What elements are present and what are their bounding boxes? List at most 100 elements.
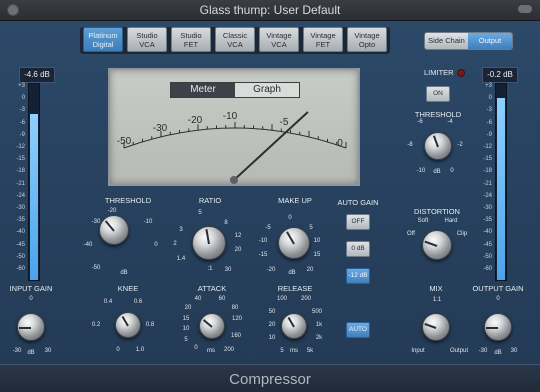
meter-scale-label: -9 [19, 131, 25, 138]
limiter-threshold-knob[interactable] [424, 132, 452, 160]
distortion-tick-label: Clip [456, 231, 468, 237]
threshold-label: THRESHOLD [104, 196, 152, 205]
meter-scale-label: -40 [16, 229, 25, 236]
limiter-on-button[interactable]: ON [426, 86, 450, 102]
meter-scale-label: -40 [483, 229, 492, 236]
meter-scale-label: -35 [16, 217, 25, 224]
knee-tick-label: 0.2 [91, 322, 101, 328]
auto-release-button[interactable]: AUTO [346, 322, 370, 338]
knob-pointer [432, 135, 439, 148]
makeup-tick-label: -10 [258, 238, 268, 244]
release-unit: ms [290, 348, 298, 354]
distortion-tick-label: Hard [444, 218, 458, 224]
vu-label: -5 [280, 117, 289, 128]
input-gain-unit: dB [27, 350, 35, 356]
auto-gain-off-button[interactable]: OFF [346, 214, 370, 230]
meter-scale-label: -15 [16, 156, 25, 163]
release-tick-label: 5k [306, 348, 314, 354]
makeup-tick-label: 15 [313, 252, 321, 258]
threshold-tick-label: -10 [143, 219, 153, 225]
knob-pointer [286, 231, 295, 245]
model-button-classic-vca[interactable]: Classic VCA [215, 27, 255, 52]
limiter-threshold-tick-label: -8 [407, 142, 413, 148]
window-control-icon[interactable] [518, 5, 532, 13]
model-button-studio-vca[interactable]: Studio VCA [127, 27, 167, 52]
meter-scale-label: +3 [485, 83, 492, 89]
attack-label: ATTACK [197, 284, 227, 293]
threshold-tick-label: -20 [107, 208, 117, 214]
side-chain-button[interactable]: Side Chain [425, 33, 468, 49]
ratio-tick-label: 3 [179, 227, 183, 233]
threshold-tick-label: -50 [91, 265, 101, 271]
model-button-studio-fet[interactable]: Studio FET [171, 27, 211, 52]
knob-pointer [424, 240, 438, 247]
model-button-vintage-opto[interactable]: Vintage Opto [347, 27, 387, 52]
mix-knob[interactable] [422, 313, 450, 341]
attack-tick-label: 5 [184, 337, 188, 343]
auto-gain-0db-button[interactable]: 0 dB [346, 241, 370, 257]
needle-pivot [230, 176, 238, 184]
release-tick-label: 50 [268, 309, 276, 315]
meter-scale-label: -60 [16, 266, 25, 272]
knee-knob[interactable] [115, 312, 141, 338]
input-gain-tick-label: 0 [29, 296, 33, 302]
makeup-tick-label: -5 [265, 225, 271, 231]
model-button-vintage-fet[interactable]: Vintage FET [303, 27, 343, 52]
input-gain-tick-label: 30 [44, 348, 52, 354]
threshold-tick-label: -40 [83, 242, 93, 248]
attack-tick-label: 120 [231, 316, 242, 322]
ratio-tick-label: 2 [173, 241, 177, 247]
meter-scale-label: -30 [16, 205, 25, 211]
limiter-led [457, 69, 465, 77]
mix-label: MIX [429, 284, 443, 293]
release-tick-label: 100 [276, 296, 287, 302]
input-gain-knob[interactable] [17, 313, 45, 341]
window-title: Glass thump: User Default [199, 3, 341, 17]
release-tick-label: 1k [315, 322, 323, 328]
output-button[interactable]: Output [468, 33, 512, 49]
meter-scale-label: -30 [483, 205, 492, 211]
meter-scale-label: -35 [483, 217, 492, 224]
model-button-platinum-digital[interactable]: Platinum Digital [83, 27, 123, 52]
limiter-threshold-tick-label: -6 [417, 119, 423, 125]
attack-unit: ms [207, 348, 215, 354]
knob-pointer [19, 327, 31, 329]
makeup-tick-label: 5 [309, 225, 313, 231]
meter-scale-label: -18 [16, 168, 25, 175]
auto-gain-minus12db-button[interactable]: -12 dB [346, 268, 370, 284]
ratio-tick-label: 5 [198, 210, 202, 216]
model-selector: Platinum Digital Studio VCA Studio FET C… [80, 27, 390, 54]
attack-tick-label: 20 [184, 305, 192, 311]
ratio-tick-label: 12 [234, 233, 242, 239]
ratio-tick-label: 8 [224, 220, 228, 226]
output-gain-knob[interactable] [484, 313, 512, 341]
limiter-threshold-tick-label: -2 [457, 142, 463, 148]
knob-pointer [121, 315, 129, 327]
meter-scale-label: -12 [16, 144, 25, 150]
compressor-window: Glass thump: User Default Platinum Digit… [0, 0, 540, 392]
release-knob[interactable] [281, 313, 307, 339]
meter-scale-label: -6 [19, 119, 25, 126]
threshold-unit: dB [120, 270, 128, 276]
meter-scale-label: 0 [21, 95, 25, 102]
vu-label: -10 [223, 111, 238, 122]
makeup-tick-label: 20 [306, 267, 314, 273]
knee-tick-label: 0.4 [103, 299, 113, 305]
meter-scale-label: -45 [16, 241, 25, 248]
vu-label: -20 [188, 115, 203, 126]
meter-scale-label: -9 [486, 131, 492, 138]
output-gain-tick-label: 0 [496, 296, 500, 302]
model-button-vintage-vca[interactable]: Vintage VCA [259, 27, 299, 52]
input-gain-label: INPUT GAIN [9, 284, 53, 293]
distortion-knob[interactable] [422, 230, 452, 260]
makeup-knob[interactable] [278, 227, 310, 259]
output-level-readout: -0.2 dB [482, 67, 518, 83]
ratio-knob[interactable] [192, 226, 226, 260]
meter-scale-label: -15 [483, 156, 492, 163]
knob-pointer [486, 327, 498, 329]
output-level-meter [495, 83, 507, 281]
release-tick-label: 200 [300, 296, 311, 302]
distortion-tick-label: Soft [417, 218, 429, 224]
output-gain-tick-label: 30 [510, 348, 518, 354]
attack-knob[interactable] [199, 313, 225, 339]
